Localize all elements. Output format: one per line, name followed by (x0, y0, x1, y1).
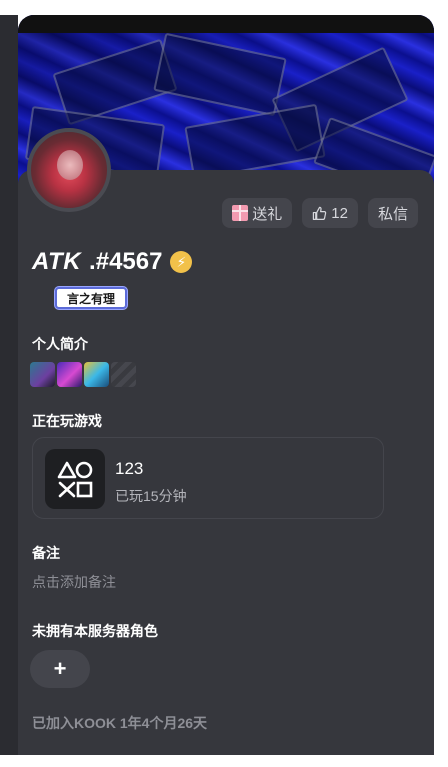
bio-title: 个人简介 (32, 336, 88, 352)
plus-icon: + (53, 656, 67, 681)
badge-list (30, 362, 136, 387)
joined-duration: 已加入KOOK 1年4个月26天 (32, 715, 208, 731)
medal-badge[interactable]: 言之有理 (55, 287, 128, 309)
gift-icon (232, 205, 249, 221)
lightning-bolt-icon[interactable]: ⚡ (170, 251, 193, 273)
playstation-symbols-icon (45, 449, 105, 509)
note-input[interactable]: 点击添加备注 (32, 572, 116, 592)
note-title: 备注 (32, 545, 60, 561)
medal-text: 言之有理 (67, 291, 116, 306)
thumbs-up-icon (313, 206, 327, 220)
action-buttons: 送礼 12 私信 (222, 198, 418, 228)
gift-button[interactable]: 送礼 (222, 198, 293, 228)
badge-icon[interactable] (84, 362, 109, 387)
user-tag: .#4567 (89, 248, 163, 275)
avatar[interactable] (27, 128, 111, 212)
background-strip (0, 15, 18, 755)
badge-icon[interactable] (57, 362, 82, 387)
gift-label: 送礼 (252, 205, 283, 223)
add-role-button[interactable]: + (30, 650, 90, 688)
username: ATK (32, 248, 82, 275)
message-button[interactable]: 私信 (367, 198, 418, 228)
page-root: 送礼 12 私信 ATK .#4567 ⚡ 言之有理 个人简介 正在玩游戏 12… (0, 0, 448, 767)
game-name: 123 (115, 459, 144, 478)
game-duration: 已玩15分钟 (115, 488, 187, 504)
like-count: 12 (331, 204, 348, 222)
playing-title: 正在玩游戏 (32, 413, 102, 429)
roles-title: 未拥有本服务器角色 (32, 623, 158, 639)
name-row: ATK .#4567 ⚡ (32, 248, 193, 276)
game-card[interactable]: 123 已玩15分钟 (32, 437, 384, 519)
like-button[interactable]: 12 (302, 198, 358, 228)
badge-icon[interactable] (30, 362, 55, 387)
message-label: 私信 (377, 205, 408, 223)
badge-icon[interactable] (111, 362, 136, 387)
